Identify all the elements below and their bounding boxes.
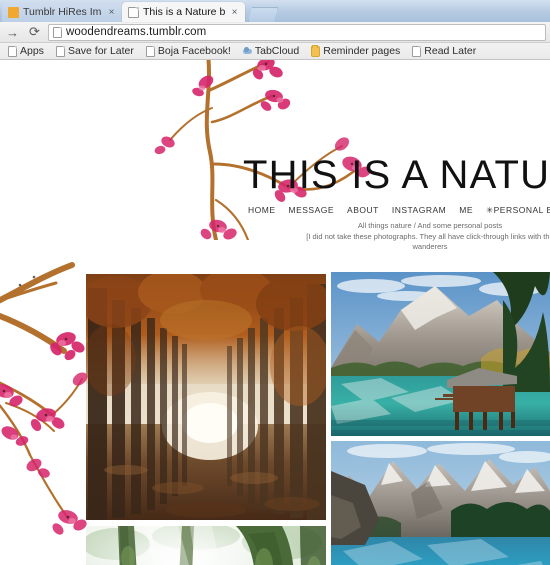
tab-strip: Tumblr HiRes Image Dow × This is a Natur… (0, 0, 550, 22)
lake-cabin-image (331, 272, 550, 436)
bookmarks-bar: Apps Save for Later Boja Facebook! TabCl… (0, 43, 550, 60)
bookmark-tabcloud[interactable]: TabCloud (238, 44, 304, 58)
close-icon[interactable]: × (106, 7, 117, 18)
misty-forest-image (86, 526, 326, 565)
bookmark-label: Apps (20, 45, 44, 57)
folder-icon (311, 45, 321, 57)
photo-moraine-lake[interactable] (331, 441, 550, 565)
bookmark-label: Boja Facebook! (157, 45, 231, 57)
page-title: THIS IS A NATURE (243, 153, 550, 197)
nav-item-me[interactable]: ME (459, 205, 473, 216)
bookmark-label: TabCloud (254, 45, 300, 57)
page-info-icon (53, 26, 62, 38)
photo-lake-cabin[interactable] (331, 272, 550, 436)
page-icon (145, 45, 155, 57)
browser-tab-2[interactable]: This is a Nature blog. × (122, 2, 245, 22)
new-tab-button[interactable] (248, 7, 278, 22)
site-description: All things nature / And some personal po… (280, 221, 550, 253)
bookmark-reminder-pages[interactable]: Reminder pages (306, 44, 405, 58)
bookmark-read-later[interactable]: Read Later (407, 44, 481, 58)
nav-item-home[interactable]: HOME (248, 205, 276, 216)
tab-title: This is a Nature blog. (143, 5, 225, 18)
address-bar-url: woodendreams.tumblr.com (66, 25, 207, 38)
bookmark-save-for-later[interactable]: Save for Later (51, 44, 139, 58)
tabcloud-icon (242, 46, 252, 57)
bookmark-label: Save for Later (67, 45, 134, 57)
tab-title: Tumblr HiRes Image Dow (23, 5, 102, 18)
nav-item-personal-blog[interactable]: ✳PERSONAL BLOG✳ (486, 205, 550, 216)
address-bar[interactable]: woodendreams.tumblr.com (48, 23, 546, 41)
browser-toolbar: → ⟳ woodendreams.tumblr.com (0, 22, 550, 43)
nav-item-message[interactable]: MESSAGE (289, 205, 335, 216)
page-icon (55, 45, 65, 57)
page-icon (128, 6, 139, 18)
description-line-1: All things nature / And some personal po… (357, 221, 503, 230)
cherry-blossom-branch-left-icon (0, 262, 88, 535)
bookmark-label: Read Later (424, 45, 477, 57)
browser-tab-1[interactable]: Tumblr HiRes Image Dow × (2, 2, 122, 22)
close-icon[interactable]: × (229, 7, 240, 18)
reload-icon[interactable]: ⟳ (26, 24, 43, 41)
page-icon (412, 45, 422, 57)
photo-forest-path[interactable] (86, 274, 326, 520)
moraine-lake-image (331, 441, 550, 565)
forest-path-image (86, 274, 326, 520)
description-line-2: [I did not take these photographs. They … (306, 231, 550, 241)
nav-item-instagram[interactable]: INSTAGRAM (392, 205, 446, 216)
description-line-3: wanderers (412, 242, 448, 251)
bookmark-apps[interactable]: Apps (3, 44, 49, 58)
site-navigation: HOME MESSAGE ABOUT INSTAGRAM ME ✳PERSONA… (248, 205, 550, 216)
nav-item-about[interactable]: ABOUT (347, 205, 379, 216)
forward-arrow-icon[interactable]: → (4, 24, 21, 41)
bookmark-label: Reminder pages (323, 45, 401, 57)
page-viewport: THIS IS A NATURE HOME MESSAGE ABOUT INST… (0, 60, 550, 565)
photo-misty-forest[interactable] (86, 526, 326, 565)
apps-icon (8, 45, 17, 57)
tumblr-icon (8, 6, 19, 18)
bookmark-boja-facebook[interactable]: Boja Facebook! (141, 44, 236, 58)
browser-window: Tumblr HiRes Image Dow × This is a Natur… (0, 0, 550, 565)
